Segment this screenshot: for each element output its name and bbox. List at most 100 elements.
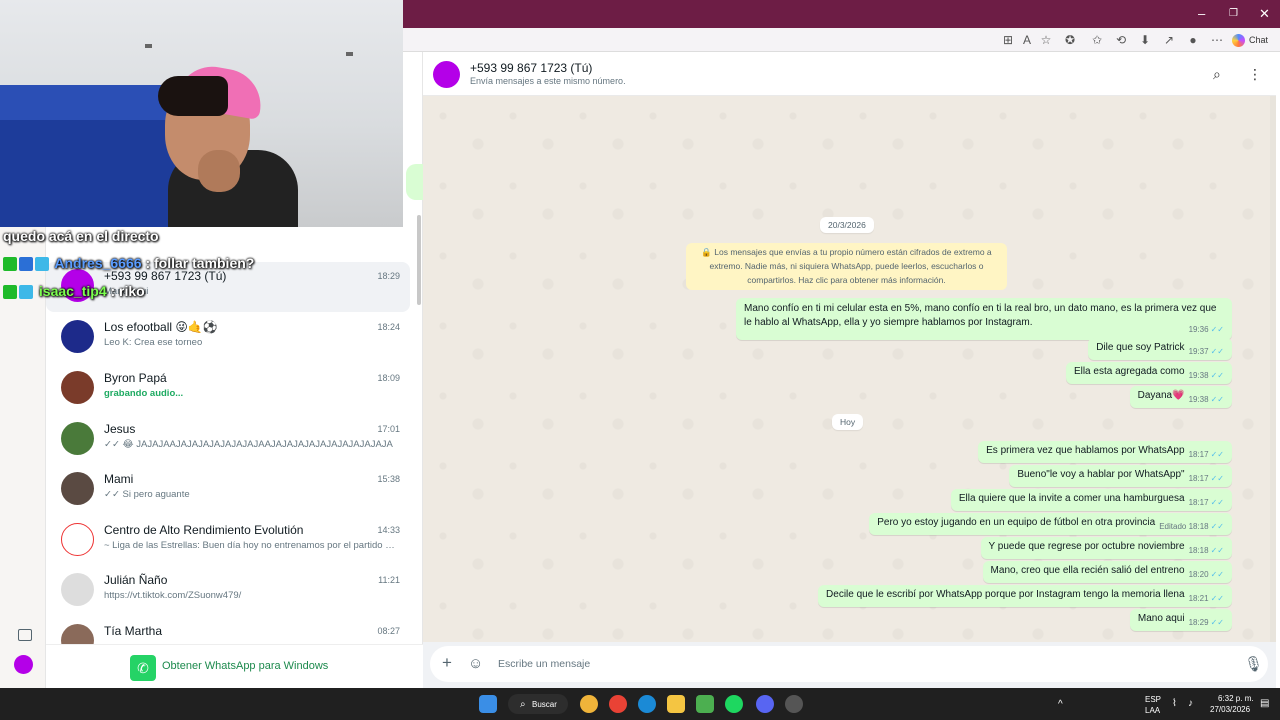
start-icon[interactable] [479,695,497,713]
chat-time: 14:33 [377,525,400,535]
message-bubble[interactable]: Mano, creo que ella recién salió del ent… [982,561,1232,583]
history-icon[interactable]: ⟲ [1114,33,1128,47]
message-meta: 18:29 ✓✓ [1189,618,1224,627]
emoji-icon[interactable]: ☺ [468,655,483,672]
chat-list-item[interactable]: Mami 15:38 ✓✓ Si pero aguante [46,465,410,515]
extensions-icon[interactable]: ✪ [1063,33,1077,47]
chat-list-scrollbar[interactable] [417,215,421,305]
hand [198,150,240,192]
chrome-profile-icon[interactable] [609,695,627,713]
message-time: Editado 18:18 [1159,522,1209,531]
message-bubble[interactable]: Es primera vez que hablamos por WhatsApp… [978,441,1232,463]
wall-mark [145,44,152,48]
message-meta: 19:38 ✓✓ [1189,395,1224,404]
search-icon[interactable]: ⌕ [1213,66,1221,83]
attach-plus-icon[interactable]: + [442,653,452,673]
chevron-up-icon[interactable]: ^ [1058,699,1063,710]
minecraft-icon[interactable] [696,695,714,713]
chat-list-item[interactable]: Los efootball 😜🤙⚽ 18:24 Leo K: Crea ese to… [46,313,410,363]
read-receipt-icon: ✓✓ [1210,618,1224,627]
message-bubble[interactable]: Mano confío en ti mi celular esta en 5%,… [736,298,1232,340]
minimize-icon[interactable]: – [1198,6,1205,21]
message-bubble[interactable]: Ella esta agregada como 19:38 ✓✓ [1065,362,1232,384]
favorite-icon[interactable]: ☆ [1039,33,1053,47]
gift-badge-icon [35,257,49,272]
get-whatsapp-banner[interactable]: ✆ Obtener WhatsApp para Windows [46,644,423,688]
search-icon: ⌕ [520,699,526,710]
read-receipt-icon: ✓✓ [1210,474,1224,483]
microphone-icon[interactable]: 🎙 [1244,655,1263,673]
message-meta: 18:21 ✓✓ [1189,594,1224,603]
clock-date[interactable]: 27/03/2026 [1210,705,1250,714]
read-receipt-icon: ✓✓ [1210,371,1224,380]
chrome-icon[interactable] [580,695,598,713]
message-bubble[interactable]: Dile que soy Patrick 19:37 ✓✓ [1088,338,1232,360]
message-bubble[interactable]: Decile que le escribí por WhatsApp porqu… [818,585,1232,607]
encryption-notice[interactable]: 🔒 Los mensajes que envías a tu propio nú… [686,243,1007,290]
conversation-avatar[interactable] [433,61,460,88]
copilot-chat-button[interactable]: Chat [1232,31,1268,49]
chat-list-item[interactable]: Centro de Alto Rendimiento Evolutión 14:3… [46,516,410,566]
date-divider: 20/3/2026 [820,217,874,233]
message-bubble[interactable]: Y puede que regrese por octubre noviembr… [980,537,1232,559]
message-bubble[interactable]: Mano aqui 18:29 ✓✓ [1129,609,1232,631]
wall-mark [346,52,353,56]
favorites-icon[interactable]: ✩ [1090,33,1104,47]
more-icon[interactable]: ⋯ [1210,33,1224,47]
chat-avatar [61,422,94,455]
read-receipt-icon: ✓✓ [1210,522,1224,531]
obs-icon[interactable] [785,695,803,713]
chat-preview: https://vt.tiktok.com/ZSuonw479/ [104,590,242,601]
chat-list-item[interactable]: Julián Ñaño 11:21 https://vt.tiktok.com/ZS… [46,566,410,616]
close-icon[interactable]: ✕ [1259,6,1270,22]
language-indicator[interactable]: ESP [1145,695,1161,704]
clock-time[interactable]: 6:32 p. m. [1218,694,1254,703]
volume-icon[interactable]: ♪ [1188,698,1193,709]
restore-icon[interactable]: ❐ [1229,8,1238,19]
taskbar-search[interactable]: ⌕ Buscar [508,694,568,714]
read-receipt-icon: ✓✓ [1210,570,1224,579]
wifi-icon[interactable]: ⌇ [1172,698,1177,709]
chat-name: Centro de Alto Rendimiento Evolutión [104,523,304,537]
message-bubble[interactable]: Bueno"le voy a hablar por WhatsApp" 18:17… [1009,465,1232,487]
sub-badge-icon [19,257,33,272]
get-whatsapp-link[interactable]: Obtener WhatsApp para Windows [162,660,328,672]
keyboard-layout[interactable]: LAA [1145,706,1160,715]
chat-time: 18:09 [377,373,400,383]
chat-name: Julián Ñaño [104,573,168,587]
message-input[interactable]: Escribe un mensaje [498,658,590,670]
message-bubble[interactable]: Dayana💗 19:38 ✓✓ [1129,386,1232,408]
read-aloud-icon[interactable]: A [1020,33,1034,47]
conversation-scrollbar[interactable] [1270,96,1276,642]
conversation-header[interactable]: +593 99 867 1723 (Tú) Envía mensajes a e… [423,52,1276,96]
message-meta: 19:36 ✓✓ [1189,323,1224,337]
message-meta: 18:17 ✓✓ [1189,450,1224,459]
message-meta: 18:18 ✓✓ [1189,546,1224,555]
message-bubble[interactable]: Ella quiere que la invite a comer una ha… [950,489,1232,511]
notification-icon[interactable]: ▤ [1260,698,1269,709]
stream-chat-line: isaac_tip4 : riko [3,283,145,300]
chat-time: 17:01 [377,424,400,434]
edge-icon[interactable] [638,695,656,713]
webcam-overlay [0,0,403,227]
file-explorer-icon[interactable] [667,695,685,713]
media-icon[interactable] [18,629,32,641]
chat-name: Jesus [104,422,136,436]
chat-list-item[interactable]: Byron Papá 18:09 grabando audio... [46,364,410,414]
conversation-title: +593 99 867 1723 (Tú) [470,61,593,75]
downloads-icon[interactable]: ⬇ [1138,33,1152,47]
chat-time: 15:38 [377,474,400,484]
spotify-icon[interactable] [725,695,743,713]
share-icon[interactable]: ↗ [1162,33,1176,47]
message-meta: Editado 18:18 ✓✓ [1159,522,1224,531]
menu-icon[interactable]: ⋮ [1248,66,1262,83]
discord-icon[interactable] [756,695,774,713]
chat-list-item[interactable]: Jesus 17:01 ✓✓ 😂 JAJAJAAJAJAJAJAJAJAJAJAAJ… [46,415,410,465]
message-time: 19:36 [1188,325,1209,334]
message-time: 18:17 [1188,498,1209,507]
profile-avatar[interactable] [14,655,33,674]
profile-icon[interactable]: ● [1186,33,1200,47]
app-install-icon[interactable]: ⊞ [1001,33,1015,47]
composer-box[interactable]: + ☺ Escribe un mensaje 🎙 [430,646,1268,682]
message-bubble[interactable]: Pero yo estoy jugando en un equipo de fú… [869,513,1232,535]
